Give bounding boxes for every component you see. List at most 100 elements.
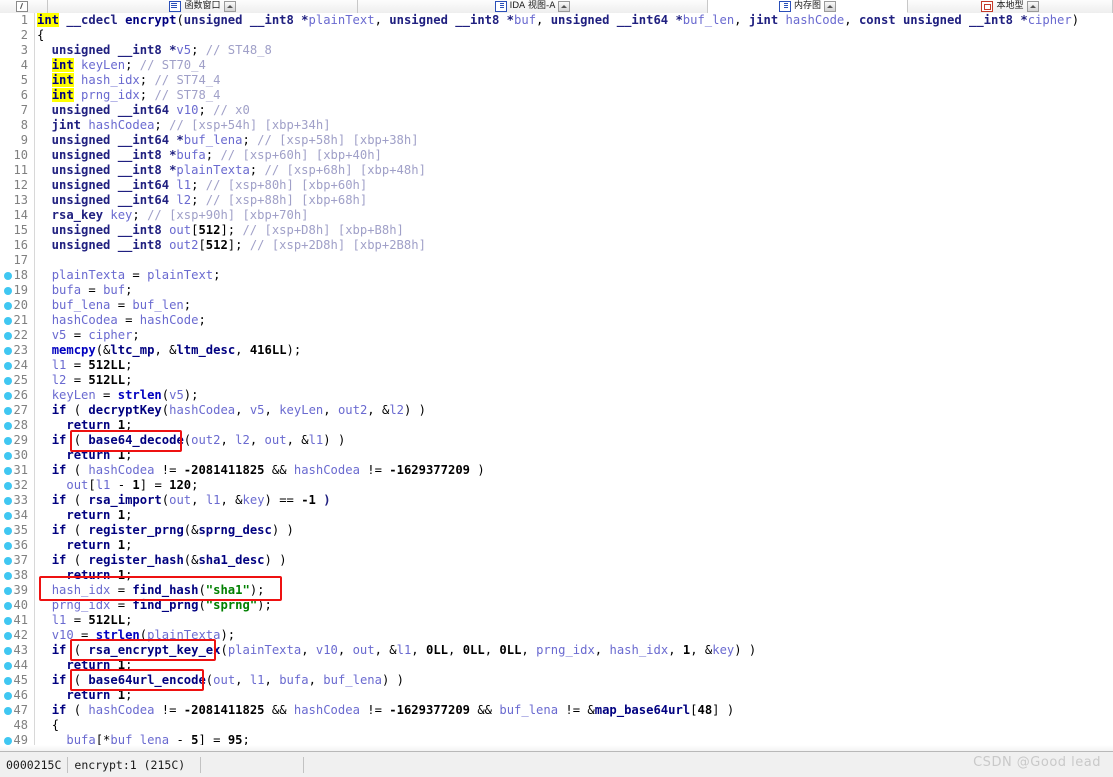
- code-line[interactable]: 40 prng_idx = find_prng("sprng");: [0, 598, 1113, 613]
- code-line[interactable]: 2{: [0, 28, 1113, 43]
- code-line[interactable]: 28 return 1;: [0, 418, 1113, 433]
- breakpoint-dot-icon[interactable]: [4, 557, 12, 565]
- code-line[interactable]: 41 l1 = 512LL;: [0, 613, 1113, 628]
- tab-home[interactable]: [0, 0, 48, 13]
- token-plain: jint: [37, 118, 89, 132]
- code-line[interactable]: 36 return 1;: [0, 538, 1113, 553]
- code-line[interactable]: 13 unsigned __int64 l2; // [xsp+88h] [xb…: [0, 193, 1113, 208]
- code-text: if ( hashCodea != -2081411825 && hashCod…: [31, 703, 1113, 718]
- breakpoint-dot-icon[interactable]: [4, 737, 12, 745]
- code-line[interactable]: 19 bufa = buf;: [0, 283, 1113, 298]
- code-line[interactable]: 18 plainTexta = plainText;: [0, 268, 1113, 283]
- breakpoint-dot-icon[interactable]: [4, 677, 12, 685]
- tab-close-icon[interactable]: [558, 1, 571, 12]
- breakpoint-dot-icon[interactable]: [4, 422, 12, 430]
- code-line[interactable]: 29 if ( base64_decode(out2, l2, out, &l1…: [0, 433, 1113, 448]
- document-list-icon: [494, 1, 507, 12]
- code-line[interactable]: 24 l1 = 512LL;: [0, 358, 1113, 373]
- code-line[interactable]: 4 int keyLen; // ST70_4: [0, 58, 1113, 73]
- breakpoint-dot-icon[interactable]: [4, 497, 12, 505]
- code-line[interactable]: 42 v10 = strlen(plainTexta);: [0, 628, 1113, 643]
- code-line[interactable]: 37 if ( register_hash(&sha1_desc) ): [0, 553, 1113, 568]
- tab-内存图[interactable]: 内存图: [708, 0, 908, 13]
- breakpoint-dot-icon[interactable]: [4, 452, 12, 460]
- code-line[interactable]: 30 return 1;: [0, 448, 1113, 463]
- code-line[interactable]: 44 return 1;: [0, 658, 1113, 673]
- breakpoint-dot-icon[interactable]: [4, 662, 12, 670]
- breakpoint-dot-icon[interactable]: [4, 467, 12, 475]
- code-line[interactable]: 48 {: [0, 718, 1113, 733]
- breakpoint-dot-icon[interactable]: [4, 272, 12, 280]
- code-text: l1 = 512LL;: [31, 358, 1113, 373]
- breakpoint-dot-icon[interactable]: [4, 302, 12, 310]
- code-line[interactable]: 22 v5 = cipher;: [0, 328, 1113, 343]
- code-line[interactable]: 3 unsigned __int8 *v5; // ST48_8: [0, 43, 1113, 58]
- code-line[interactable]: 32 out[l1 - 1] = 120;: [0, 478, 1113, 493]
- code-line[interactable]: 21 hashCodea = hashCode;: [0, 313, 1113, 328]
- breakpoint-dot-icon[interactable]: [4, 632, 12, 640]
- breakpoint-dot-icon[interactable]: [4, 617, 12, 625]
- code-line[interactable]: 7 unsigned __int64 v10; // x0: [0, 103, 1113, 118]
- token-var: prng_idx: [81, 88, 140, 102]
- breakpoint-dot-icon[interactable]: [4, 407, 12, 415]
- code-line[interactable]: 11 unsigned __int8 *plainTexta; // [xsp+…: [0, 163, 1113, 178]
- breakpoint-dot-icon[interactable]: [4, 647, 12, 655]
- code-line[interactable]: 1 int __cdecl encrypt(unsigned __int8 *pl…: [0, 13, 1113, 28]
- code-line[interactable]: 27 if ( decryptKey(hashCodea, v5, keyLen…: [0, 403, 1113, 418]
- breakpoint-dot-icon[interactable]: [4, 332, 12, 340]
- tab-函数窗口[interactable]: 函数窗口: [48, 0, 358, 13]
- token-var: bufa: [51, 283, 82, 297]
- breakpoint-dot-icon[interactable]: [4, 437, 12, 445]
- code-line[interactable]: 45 if ( base64url_encode(out, l1, bufa, …: [0, 673, 1113, 688]
- code-line[interactable]: 20 buf_lena = buf_len;: [0, 298, 1113, 313]
- code-line[interactable]: 47 if ( hashCodea != -2081411825 && hash…: [0, 703, 1113, 718]
- breakpoint-dot-icon[interactable]: [4, 527, 12, 535]
- code-line[interactable]: 8 jint hashCodea; // [xsp+54h] [xbp+34h]: [0, 118, 1113, 133]
- breakpoint-dot-icon[interactable]: [4, 512, 12, 520]
- breakpoint-dot-icon[interactable]: [4, 392, 12, 400]
- tab-close-icon[interactable]: [223, 1, 236, 12]
- breakpoint-dot-icon[interactable]: [4, 707, 12, 715]
- code-line[interactable]: 25 l2 = 512LL;: [0, 373, 1113, 388]
- pseudocode-view[interactable]: 1 int __cdecl encrypt(unsigned __int8 *pl…: [0, 13, 1113, 751]
- code-line[interactable]: 10 unsigned __int8 *bufa; // [xsp+60h] […: [0, 148, 1113, 163]
- code-line[interactable]: 39 hash_idx = find_hash("sha1");: [0, 583, 1113, 598]
- breakpoint-dot-icon[interactable]: [4, 347, 12, 355]
- token-punc: ,: [844, 13, 859, 27]
- breakpoint-dot-icon[interactable]: [4, 317, 12, 325]
- breakpoint-dot-icon[interactable]: [4, 587, 12, 595]
- code-line[interactable]: 23 memcpy(&ltc_mp, &ltm_desc, 416LL);: [0, 343, 1113, 358]
- breakpoint-dot-icon[interactable]: [4, 362, 12, 370]
- tab-本地型[interactable]: 本地型: [908, 0, 1113, 13]
- code-line[interactable]: 35 if ( register_prng(&sprng_desc) ): [0, 523, 1113, 538]
- token-var: plainText: [147, 268, 214, 282]
- code-line[interactable]: 46 return 1;: [0, 688, 1113, 703]
- code-line[interactable]: 16 unsigned __int8 out2[512]; // [xsp+2D…: [0, 238, 1113, 253]
- code-line[interactable]: 31 if ( hashCodea != -2081411825 && hash…: [0, 463, 1113, 478]
- code-line[interactable]: 17: [0, 253, 1113, 268]
- breakpoint-dot-icon[interactable]: [4, 542, 12, 550]
- breakpoint-dot-icon[interactable]: [4, 482, 12, 490]
- breakpoint-dot-icon[interactable]: [4, 692, 12, 700]
- code-line[interactable]: 33 if ( rsa_import(out, l1, &key) == -1 …: [0, 493, 1113, 508]
- breakpoint-dot-icon[interactable]: [4, 602, 12, 610]
- code-line[interactable]: 12 unsigned __int64 l1; // [xsp+80h] [xb…: [0, 178, 1113, 193]
- tab-close-icon[interactable]: [1026, 1, 1039, 12]
- breakpoint-dot-icon[interactable]: [4, 287, 12, 295]
- code-line[interactable]: 26 keyLen = strlen(v5);: [0, 388, 1113, 403]
- code-line[interactable]: 6 int prng_idx; // ST78_4: [0, 88, 1113, 103]
- code-line[interactable]: 9 unsigned __int64 *buf_lena; // [xsp+58…: [0, 133, 1113, 148]
- token-var: l1: [51, 358, 67, 372]
- code-line[interactable]: 38 return 1;: [0, 568, 1113, 583]
- token-var: l1: [176, 178, 192, 192]
- tab-close-icon[interactable]: [824, 0, 836, 12]
- code-line[interactable]: 43 if ( rsa_encrypt_key_ex(plainTexta, v…: [0, 643, 1113, 658]
- tab-IDA 视图-A[interactable]: IDA 视图-A: [358, 0, 708, 13]
- code-line[interactable]: 15 unsigned __int8 out[512]; // [xsp+D8h…: [0, 223, 1113, 238]
- code-line[interactable]: 5 int hash_idx; // ST74_4: [0, 73, 1113, 88]
- breakpoint-dot-icon[interactable]: [4, 377, 12, 385]
- code-line[interactable]: 34 return 1;: [0, 508, 1113, 523]
- code-line[interactable]: 14 rsa_key key; // [xsp+90h] [xbp+70h]: [0, 208, 1113, 223]
- breakpoint-dot-icon[interactable]: [4, 572, 12, 580]
- token-plain: rsa_key: [37, 208, 111, 222]
